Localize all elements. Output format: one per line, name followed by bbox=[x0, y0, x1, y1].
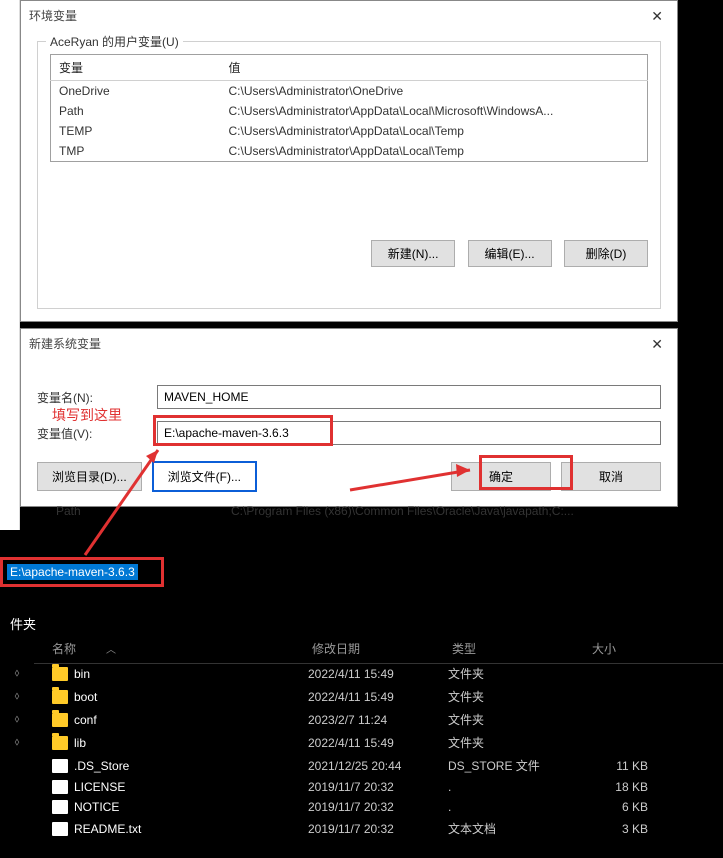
folder-icon bbox=[52, 690, 68, 704]
file-name: NOTICE bbox=[74, 800, 308, 814]
dialog-title-text: 环境变量 bbox=[29, 1, 77, 31]
file-date: 2021/12/25 20:44 bbox=[308, 759, 448, 773]
file-type: 文件夹 bbox=[448, 734, 588, 751]
explorer-section-label: 件夹 bbox=[0, 610, 723, 637]
dialog-titlebar: 环境变量 ✕ bbox=[21, 1, 677, 31]
edit-button[interactable]: 编辑(E)... bbox=[468, 240, 552, 267]
annotation-text: 填写到这里 bbox=[52, 405, 122, 425]
browse-dir-button[interactable]: 浏览目录(D)... bbox=[37, 462, 142, 491]
file-date: 2022/4/11 15:49 bbox=[308, 690, 448, 704]
truncated-sys-row: Path C:\Program Files (x86)\Common Files… bbox=[56, 504, 676, 518]
list-item[interactable]: LICENSE2019/11/7 20:32.18 KB bbox=[0, 777, 723, 797]
file-name: .DS_Store bbox=[74, 759, 308, 773]
file-name: lib bbox=[74, 736, 308, 750]
file-date: 2022/4/11 15:49 bbox=[308, 736, 448, 750]
var-value: C:\Users\Administrator\AppData\Local\Tem… bbox=[221, 121, 648, 141]
list-item[interactable]: ⬨ bin2022/4/11 15:49文件夹 bbox=[0, 662, 723, 685]
list-item[interactable]: ⬨ conf2023/2/7 11:24文件夹 bbox=[0, 708, 723, 731]
file-name: conf bbox=[74, 713, 308, 727]
cancel-button[interactable]: 取消 bbox=[561, 462, 661, 491]
delete-button[interactable]: 删除(D) bbox=[564, 240, 648, 267]
var-value: C:\Users\Administrator\AppData\Local\Mic… bbox=[221, 101, 648, 121]
ok-button[interactable]: 确定 bbox=[451, 462, 551, 491]
folder-icon bbox=[52, 667, 68, 681]
close-icon[interactable]: ✕ bbox=[645, 329, 669, 359]
explorer-file-list: ⬨bin2022/4/11 15:49文件夹⬨boot2022/4/11 15:… bbox=[0, 662, 723, 840]
file-name: boot bbox=[74, 690, 308, 704]
list-item[interactable]: README.txt2019/11/7 20:32文本文档3 KB bbox=[0, 817, 723, 840]
explorer-columns: 名称 ︿ 修改日期 类型 大小 bbox=[34, 636, 723, 664]
var-name: OneDrive bbox=[51, 81, 221, 102]
new-button[interactable]: 新建(N)... bbox=[371, 240, 455, 267]
file-date: 2019/11/7 20:32 bbox=[308, 780, 448, 794]
file-icon bbox=[52, 759, 68, 773]
user-vars-buttons: 新建(N)... 编辑(E)... 删除(D) bbox=[50, 232, 648, 267]
pin-icon: ⬨ bbox=[0, 736, 34, 749]
col-type-header[interactable]: 类型 bbox=[452, 640, 592, 657]
truncated-value: C:\Program Files (x86)\Common Files\Orac… bbox=[231, 504, 676, 518]
var-value: C:\Users\Administrator\OneDrive bbox=[221, 81, 648, 102]
explorer-address-bar[interactable]: E:\apache-maven-3.6.3 bbox=[0, 557, 164, 587]
file-date: 2022/4/11 15:49 bbox=[308, 667, 448, 681]
group-label: AceRyan 的用户变量(U) bbox=[46, 33, 183, 50]
var-value: C:\Users\Administrator\AppData\Local\Tem… bbox=[221, 141, 648, 162]
var-name-input[interactable] bbox=[157, 385, 661, 409]
env-vars-dialog: 环境变量 ✕ AceRyan 的用户变量(U) 变量 值 OneDriveC:\… bbox=[20, 0, 678, 322]
table-row[interactable]: TEMPC:\Users\Administrator\AppData\Local… bbox=[51, 121, 648, 141]
list-item[interactable]: NOTICE2019/11/7 20:32.6 KB bbox=[0, 797, 723, 817]
list-item[interactable]: ⬨ lib2022/4/11 15:49文件夹 bbox=[0, 731, 723, 754]
user-vars-table[interactable]: 变量 值 OneDriveC:\Users\Administrator\OneD… bbox=[50, 54, 648, 162]
col-name[interactable]: 变量 bbox=[51, 55, 221, 81]
file-type: . bbox=[448, 780, 588, 794]
list-item[interactable]: .DS_Store2021/12/25 20:44DS_STORE 文件11 K… bbox=[0, 754, 723, 777]
var-value-label: 变量值(V): bbox=[37, 425, 157, 442]
folder-icon bbox=[52, 713, 68, 727]
file-type: DS_STORE 文件 bbox=[448, 757, 588, 774]
file-icon bbox=[52, 822, 68, 836]
file-name: README.txt bbox=[74, 822, 308, 836]
file-name: LICENSE bbox=[74, 780, 308, 794]
file-size: 3 KB bbox=[588, 822, 668, 836]
col-value[interactable]: 值 bbox=[221, 55, 648, 81]
folder-icon bbox=[52, 736, 68, 750]
file-type: 文本文档 bbox=[448, 820, 588, 837]
col-date-header[interactable]: 修改日期 bbox=[312, 640, 452, 657]
file-date: 2019/11/7 20:32 bbox=[308, 800, 448, 814]
close-icon[interactable]: ✕ bbox=[645, 1, 669, 31]
table-row[interactable]: OneDriveC:\Users\Administrator\OneDrive bbox=[51, 81, 648, 102]
file-icon bbox=[52, 780, 68, 794]
pin-icon: ⬨ bbox=[0, 667, 34, 680]
table-row[interactable]: PathC:\Users\Administrator\AppData\Local… bbox=[51, 101, 648, 121]
file-type: 文件夹 bbox=[448, 711, 588, 728]
user-vars-group: AceRyan 的用户变量(U) 变量 值 OneDriveC:\Users\A… bbox=[37, 41, 661, 309]
pin-icon: ⬨ bbox=[0, 690, 34, 703]
dialog-titlebar: 新建系统变量 ✕ bbox=[21, 329, 677, 359]
col-size-header[interactable]: 大小 bbox=[592, 640, 672, 657]
var-name: Path bbox=[51, 101, 221, 121]
file-date: 2019/11/7 20:32 bbox=[308, 822, 448, 836]
col-name-header[interactable]: 名称 bbox=[52, 640, 76, 657]
file-icon bbox=[52, 800, 68, 814]
file-date: 2023/2/7 11:24 bbox=[308, 713, 448, 727]
dialog-title-text: 新建系统变量 bbox=[29, 329, 101, 359]
var-value-input[interactable] bbox=[157, 421, 661, 445]
var-name: TEMP bbox=[51, 121, 221, 141]
file-size: 18 KB bbox=[588, 780, 668, 794]
list-item[interactable]: ⬨ boot2022/4/11 15:49文件夹 bbox=[0, 685, 723, 708]
var-name: TMP bbox=[51, 141, 221, 162]
truncated-label: Path bbox=[56, 504, 231, 518]
sort-arrow-icon[interactable]: ︿ bbox=[106, 641, 116, 656]
new-var-buttons: 浏览目录(D)... 浏览文件(F)... 确定 取消 bbox=[21, 451, 677, 506]
pin-icon: ⬨ bbox=[0, 713, 34, 726]
var-name-label: 变量名(N): bbox=[37, 389, 157, 406]
file-type: 文件夹 bbox=[448, 688, 588, 705]
browse-file-button[interactable]: 浏览文件(F)... bbox=[152, 461, 257, 492]
file-size: 11 KB bbox=[588, 759, 668, 773]
file-type: . bbox=[448, 800, 588, 814]
file-type: 文件夹 bbox=[448, 665, 588, 682]
address-text: E:\apache-maven-3.6.3 bbox=[7, 564, 138, 580]
file-size: 6 KB bbox=[588, 800, 668, 814]
table-row[interactable]: TMPC:\Users\Administrator\AppData\Local\… bbox=[51, 141, 648, 162]
file-name: bin bbox=[74, 667, 308, 681]
